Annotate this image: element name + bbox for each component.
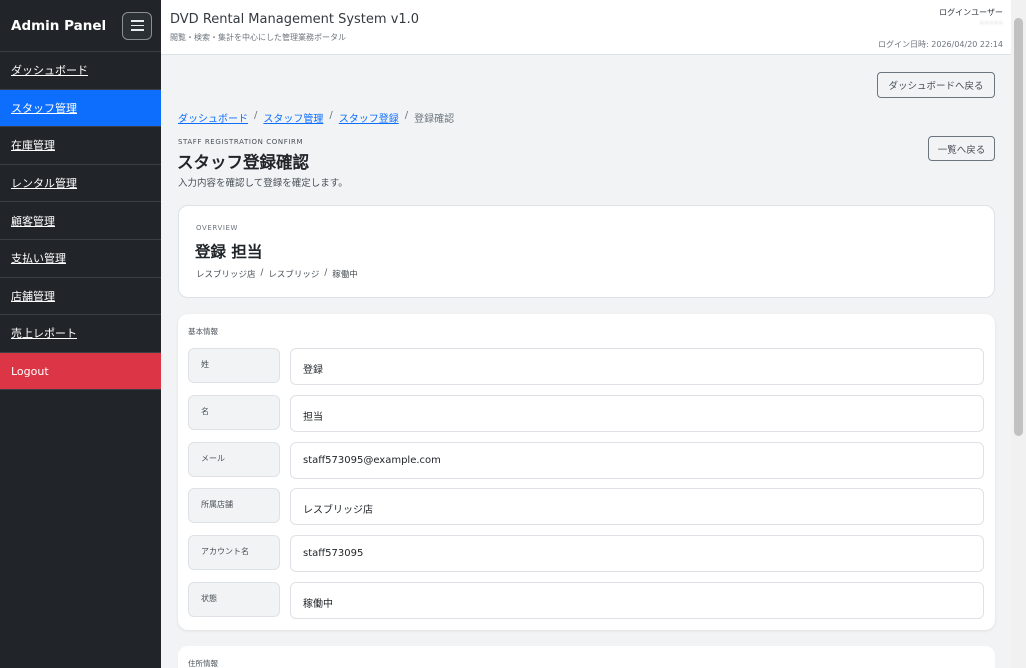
overview-staff-name: 登録 担当 — [195, 243, 263, 261]
overview-card: OVERVIEW 登録 担当 レスブリッジ店 / レスブリッジ / 稼働中 — [178, 205, 995, 298]
field-label: 姓 — [188, 348, 280, 383]
breadcrumb-current: 登録確認 — [414, 114, 455, 125]
sidebar-item-staff[interactable]: スタッフ管理 — [0, 89, 161, 128]
page-scrollbar[interactable] — [1011, 0, 1026, 668]
scrollbar-thumb[interactable] — [1014, 18, 1023, 436]
field-label: メール — [188, 442, 280, 477]
field-row-store: 所属店舗 レスブリッジ店 — [188, 488, 984, 525]
overview-separator: / — [260, 268, 264, 278]
field-row-account: アカウント名 staff573095 — [188, 535, 984, 572]
breadcrumb-staff-register[interactable]: スタッフ登録 — [339, 110, 399, 125]
app-subtitle: 閲覧・検索・集計を中心にした管理業務ポータル — [170, 33, 346, 42]
store-value: レスブリッジ店 — [290, 488, 984, 525]
section-title-address-info: 住所情報 — [188, 659, 218, 668]
field-label: 状態 — [188, 582, 280, 617]
overview-status: 稼働中 — [332, 270, 358, 280]
email-value: staff573095@example.com — [290, 442, 984, 479]
last-name-value: 登録 — [290, 348, 984, 385]
breadcrumb-staff[interactable]: スタッフ管理 — [263, 110, 323, 125]
status-value: 稼働中 — [290, 582, 984, 619]
field-label: 名 — [188, 395, 280, 430]
top-header: DVD Rental Management System v1.0 閲覧・検索・… — [161, 0, 1011, 55]
overview-meta: レスブリッジ店 / レスブリッジ / 稼働中 — [196, 268, 358, 280]
sidebar-item-customer[interactable]: 顧客管理 — [0, 202, 161, 240]
basic-info-card: 基本情報 姓 登録 名 担当 メール staff573095@example.c… — [178, 314, 995, 630]
field-row-first-name: 名 担当 — [188, 395, 984, 432]
brand-title: Admin Panel — [11, 17, 107, 34]
login-time: ログイン日時: 2026/04/20 22:14 — [878, 40, 1003, 49]
sidebar-item-rental[interactable]: レンタル管理 — [0, 165, 161, 203]
overview-city: レスブリッジ — [268, 270, 320, 280]
sidebar-item-payment[interactable]: 支払い管理 — [0, 240, 161, 278]
field-row-last-name: 姓 登録 — [188, 348, 984, 385]
page-eyebrow: STAFF REGISTRATION CONFIRM — [178, 138, 304, 146]
field-label: アカウント名 — [188, 535, 280, 570]
account-name-value: staff573095 — [290, 535, 984, 572]
page-description: 入力内容を確認して登録を確定します。 — [178, 178, 348, 189]
login-user-label: ログインユーザー — [939, 8, 1003, 17]
address-info-card: 住所情報 — [178, 646, 995, 668]
menu-toggle-button[interactable] — [122, 11, 152, 40]
page-title: スタッフ登録確認 — [177, 153, 309, 172]
login-user-name: ••••• — [979, 19, 1003, 28]
breadcrumb-dashboard[interactable]: ダッシュボード — [178, 110, 248, 125]
breadcrumb-separator: / — [254, 110, 258, 121]
logout-button[interactable]: Logout — [0, 352, 161, 391]
overview-store: レスブリッジ店 — [196, 270, 256, 280]
main-content: ダッシュボードへ戻る ダッシュボード / スタッフ管理 / スタッフ登録 / 登… — [161, 56, 1011, 668]
back-to-dashboard-button[interactable]: ダッシュボードへ戻る — [877, 72, 995, 98]
sidebar-header: Admin Panel — [0, 0, 161, 52]
breadcrumb-separator: / — [329, 110, 333, 121]
sidebar-item-sales-report[interactable]: 売上レポート — [0, 315, 161, 353]
overview-separator: / — [324, 268, 328, 278]
field-label: 所属店舗 — [188, 488, 280, 523]
sidebar-item-dashboard[interactable]: ダッシュボード — [0, 52, 161, 90]
overview-label: OVERVIEW — [196, 224, 239, 232]
sidebar-item-store[interactable]: 店舗管理 — [0, 278, 161, 316]
sidebar: Admin Panel ダッシュボード スタッフ管理 在庫管理 レンタル管理 顧… — [0, 0, 161, 668]
section-title-basic-info: 基本情報 — [188, 327, 218, 336]
field-row-status: 状態 稼働中 — [188, 582, 984, 619]
sidebar-item-inventory[interactable]: 在庫管理 — [0, 127, 161, 165]
app-title: DVD Rental Management System v1.0 — [170, 12, 420, 27]
first-name-value: 担当 — [290, 395, 984, 432]
field-row-email: メール staff573095@example.com — [188, 442, 984, 479]
back-to-list-button[interactable]: 一覧へ戻る — [928, 136, 995, 161]
breadcrumb: ダッシュボード / スタッフ管理 / スタッフ登録 / 登録確認 — [178, 110, 454, 125]
hamburger-icon — [130, 20, 144, 22]
breadcrumb-separator: / — [404, 110, 409, 121]
